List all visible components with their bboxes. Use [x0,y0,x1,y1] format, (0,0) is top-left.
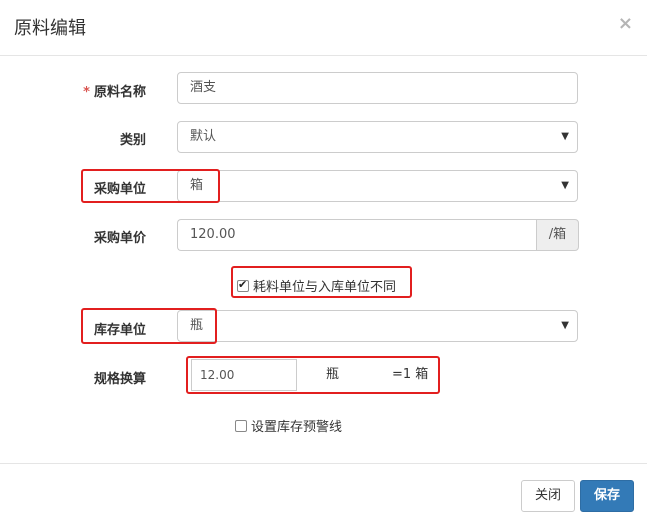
save-button[interactable]: 保存 [580,480,634,512]
chevron-down-icon: ▼ [561,320,569,331]
purchase-price-addon: /箱 [536,219,579,251]
close-button[interactable]: 关闭 [521,480,575,512]
close-icon[interactable]: × [618,13,633,34]
name-label: * 原料名称 [83,85,146,100]
required-mark: * [83,85,90,100]
highlight-spec [186,356,440,394]
spec-label: 规格换算 [93,372,146,387]
name-input[interactable]: 酒支 [177,72,578,104]
purchase-unit-select[interactable]: 箱 ▼ [177,170,578,202]
chevron-down-icon: ▼ [561,131,569,142]
warning-checkbox-row[interactable]: 设置库存预警线 [235,416,342,435]
dialog-title: 原料编辑 [14,18,86,39]
highlight-diff-unit [231,266,412,298]
chevron-down-icon: ▼ [561,180,569,191]
highlight-stock-unit [81,308,217,344]
purchase-price-input[interactable]: 120.00 [177,219,537,251]
category-select[interactable]: 默认 ▼ [177,121,578,153]
dialog-header: 原料编辑 × [0,0,647,56]
category-label: 类别 [119,133,146,148]
warning-checkbox[interactable] [235,419,247,432]
category-value: 默认 [190,129,217,144]
highlight-purchase-unit [81,169,220,203]
purchase-price-label: 采购单价 [93,231,146,246]
stock-unit-select[interactable]: 瓶 ▼ [177,310,578,342]
warning-checkbox-label: 设置库存预警线 [251,420,343,435]
